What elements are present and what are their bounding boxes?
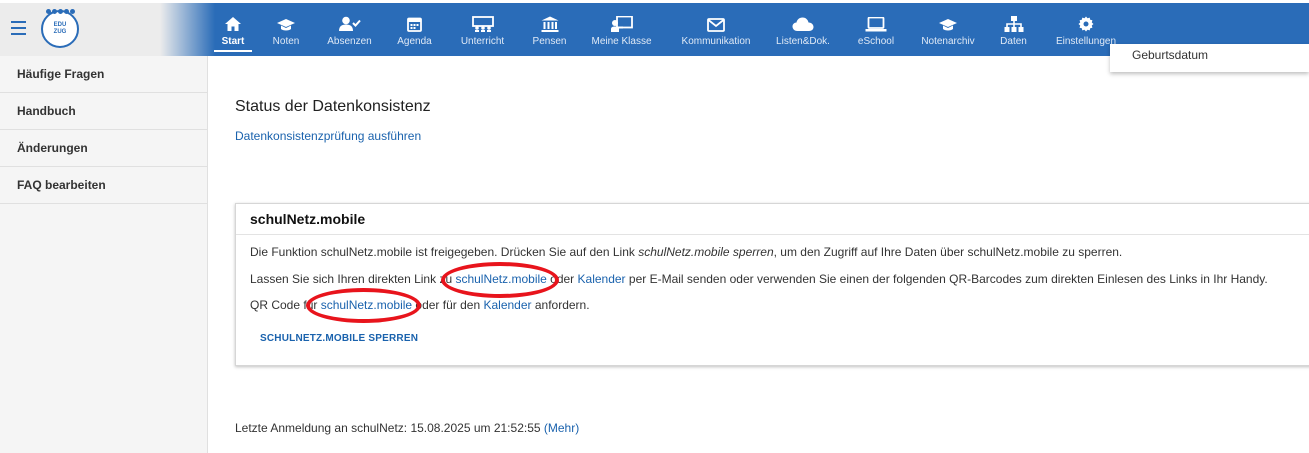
text: , um den Zugriff auf Ihre Daten über sch… (773, 245, 1123, 259)
lock-schulnetz-mobile-button[interactable]: SCHULNETZ.MOBILE SPERREN (260, 333, 418, 344)
nav-pensen[interactable]: Pensen (521, 0, 578, 56)
dropdown-item-geburtsdatum[interactable]: Geburtsdatum (1132, 48, 1208, 62)
schulnetz-mobile-email-link[interactable]: schulNetz.mobile (455, 272, 546, 286)
nav-unterricht[interactable]: Unterricht (444, 0, 521, 56)
page-title: Status der Datenkonsistenz (235, 98, 431, 115)
nav-label: eSchool (857, 36, 895, 47)
sidebar-item-faq-bearbeiten[interactable]: FAQ bearbeiten (0, 167, 207, 204)
graduation-cap-icon (276, 16, 296, 32)
nav-meine-klasse[interactable]: Meine Klasse (578, 0, 665, 56)
nav-label: Listen&Dok. (776, 36, 830, 47)
logo-text: EDU (53, 22, 67, 28)
text: QR Code für (250, 298, 321, 312)
text: per E-Mail senden oder verwenden Sie ein… (625, 272, 1268, 286)
nav-daten[interactable]: Daten (983, 0, 1044, 56)
logo-figures-icon (45, 9, 75, 14)
nav-label: Meine Klasse (591, 36, 652, 47)
nav-label: Absenzen (327, 36, 372, 47)
info-paragraph: Die Funktion schulNetz.mobile ist freige… (250, 245, 1122, 259)
dropdown-menu: Geburtsdatum (1110, 44, 1309, 72)
text: oder für den (412, 298, 484, 312)
nav-agenda[interactable]: Agenda (385, 0, 444, 56)
text: Lassen Sie sich Ihren direkten Link zu (250, 272, 456, 286)
schulnetz-mobile-qr-link[interactable]: schulNetz.mobile (321, 298, 412, 312)
graduation-cap-icon (938, 16, 958, 32)
sidebar-item-aenderungen[interactable]: Änderungen (0, 130, 207, 167)
qr-code-paragraph: QR Code für schulNetz.mobile oder für de… (250, 298, 590, 312)
laptop-icon (865, 16, 887, 32)
nav-absenzen[interactable]: Absenzen (314, 0, 385, 56)
calendar-icon (407, 16, 422, 32)
gear-icon (1078, 16, 1094, 32)
menu-icon[interactable] (11, 21, 26, 35)
text: Die Funktion schulNetz.mobile ist freige… (250, 245, 639, 259)
nav-label: Unterricht (460, 36, 505, 47)
nav-listen-dok[interactable]: Listen&Dok. (767, 0, 839, 56)
logo-text: ZUG (53, 29, 67, 35)
nav-label: Agenda (397, 36, 432, 47)
emphasis-text: schulNetz.mobile sperren (638, 245, 774, 259)
school-logo[interactable]: EDU ZUG (41, 9, 79, 48)
nav-kommunikation[interactable]: Kommunikation (665, 0, 767, 56)
sitemap-icon (1004, 16, 1024, 32)
institution-icon (541, 16, 559, 32)
classroom-icon (471, 16, 494, 32)
card-divider (236, 234, 1309, 235)
last-login-info: Letzte Anmeldung an schulNetz: 15.08.202… (235, 421, 579, 435)
nav-noten[interactable]: Noten (258, 0, 314, 56)
kalender-email-link[interactable]: Kalender (578, 272, 626, 286)
card-title: schulNetz.mobile (250, 211, 366, 227)
last-login-text: Letzte Anmeldung an schulNetz: 15.08.202… (235, 421, 544, 435)
nav-eschool[interactable]: eSchool (839, 0, 913, 56)
kalender-qr-link[interactable]: Kalender (483, 298, 531, 312)
chalkboard-teacher-icon (610, 16, 633, 32)
text: oder (546, 272, 578, 286)
sidebar: Häufige Fragen Handbuch Änderungen FAQ b… (0, 56, 208, 453)
main-nav: Start Noten Absenzen Agenda Unterricht P… (208, 0, 1128, 56)
nav-label: Notenarchiv (921, 36, 975, 47)
home-icon (224, 16, 242, 32)
more-link[interactable]: (Mehr) (544, 421, 579, 435)
nav-label: Noten (272, 36, 300, 47)
nav-notenarchiv[interactable]: Notenarchiv (913, 0, 983, 56)
schulnetz-mobile-card: schulNetz.mobile Die Funktion schulNetz.… (235, 203, 1309, 366)
nav-label: Kommunikation (681, 36, 751, 47)
nav-start[interactable]: Start (208, 0, 258, 56)
user-check-icon (338, 16, 361, 32)
nav-label: Start (221, 36, 245, 47)
envelope-icon (707, 16, 725, 32)
cloud-icon (792, 16, 814, 32)
sidebar-item-handbuch[interactable]: Handbuch (0, 93, 207, 130)
sidebar-item-haeufige-fragen[interactable]: Häufige Fragen (0, 56, 207, 93)
text: anfordern. (531, 298, 590, 312)
nav-label: Pensen (532, 36, 567, 47)
nav-label: Einstellungen (1055, 36, 1117, 47)
consistency-check-link[interactable]: Datenkonsistenzprüfung ausführen (235, 129, 421, 143)
email-link-paragraph: Lassen Sie sich Ihren direkten Link zu s… (250, 272, 1268, 286)
nav-label: Daten (1000, 36, 1027, 47)
